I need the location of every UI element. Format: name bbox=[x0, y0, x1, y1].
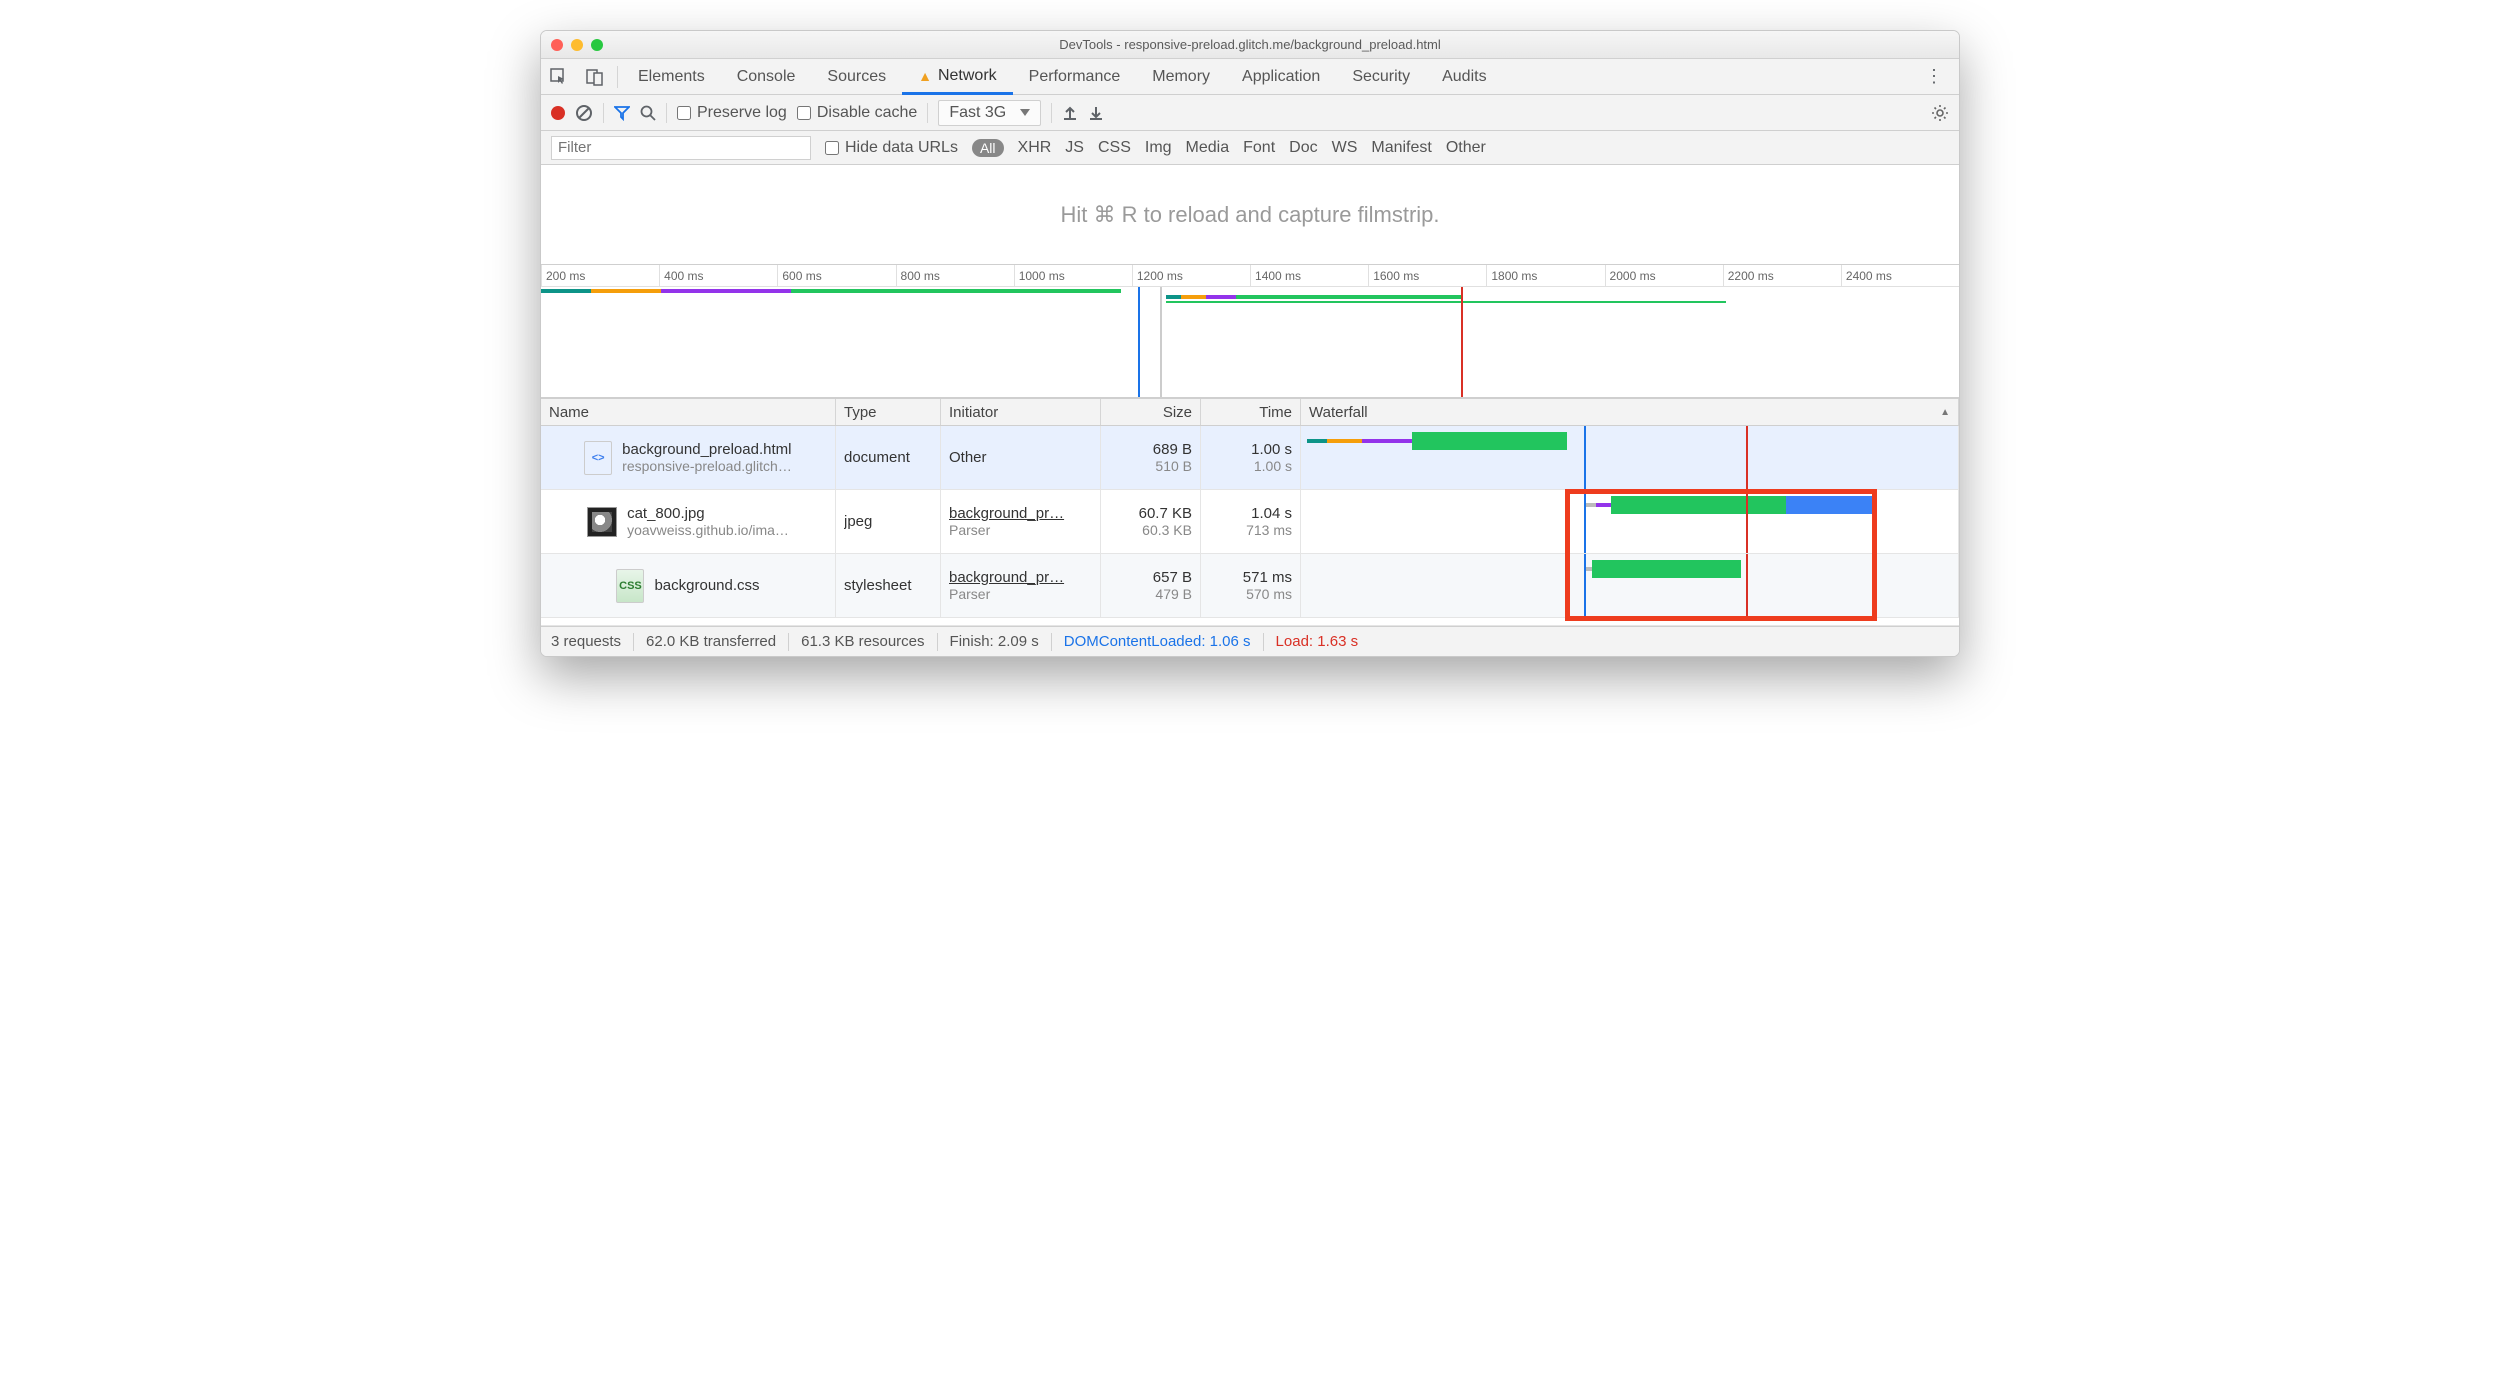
tab-memory[interactable]: Memory bbox=[1136, 59, 1226, 94]
tab-elements[interactable]: Elements bbox=[622, 59, 721, 94]
tab-console[interactable]: Console bbox=[721, 59, 812, 94]
disable-cache-checkbox[interactable]: Disable cache bbox=[797, 104, 918, 122]
filter-input[interactable] bbox=[551, 136, 811, 160]
clear-icon[interactable] bbox=[575, 104, 593, 122]
status-load: Load: 1.63 s bbox=[1276, 633, 1359, 650]
titlebar: DevTools - responsive-preload.glitch.me/… bbox=[541, 31, 1959, 59]
filter-img[interactable]: Img bbox=[1145, 139, 1172, 157]
filter-other[interactable]: Other bbox=[1446, 139, 1486, 157]
filter-media[interactable]: Media bbox=[1186, 139, 1230, 157]
throttling-select[interactable]: Fast 3G bbox=[938, 100, 1041, 126]
overview-body bbox=[541, 287, 1959, 397]
overview-ruler: 200 ms400 ms600 ms 800 ms1000 ms1200 ms … bbox=[541, 265, 1959, 287]
warning-icon: ▲ bbox=[918, 68, 932, 84]
record-icon[interactable] bbox=[551, 106, 565, 120]
filter-icon[interactable] bbox=[614, 105, 630, 121]
waterfall-bar bbox=[1586, 560, 1741, 578]
hide-data-urls-checkbox[interactable]: Hide data URLs bbox=[825, 139, 958, 157]
sort-icon: ▲ bbox=[1940, 407, 1950, 418]
col-time[interactable]: Time bbox=[1201, 399, 1301, 425]
waterfall-bar bbox=[1586, 496, 1876, 514]
filter-manifest[interactable]: Manifest bbox=[1371, 139, 1431, 157]
upload-icon[interactable] bbox=[1062, 105, 1078, 121]
network-toolbar: Preserve log Disable cache Fast 3G bbox=[541, 95, 1959, 131]
col-waterfall[interactable]: Waterfall▲ bbox=[1301, 399, 1959, 425]
close-icon[interactable] bbox=[551, 39, 563, 51]
tab-performance[interactable]: Performance bbox=[1013, 59, 1137, 94]
zoom-icon[interactable] bbox=[591, 39, 603, 51]
status-transferred: 62.0 KB transferred bbox=[646, 633, 776, 650]
filter-bar: Hide data URLs All XHR JS CSS Img Media … bbox=[541, 131, 1959, 165]
tab-sources[interactable]: Sources bbox=[811, 59, 902, 94]
chevron-down-icon bbox=[1020, 109, 1030, 116]
filter-font[interactable]: Font bbox=[1243, 139, 1275, 157]
waterfall-bar bbox=[1307, 432, 1567, 450]
window-title: DevTools - responsive-preload.glitch.me/… bbox=[541, 37, 1959, 52]
col-name[interactable]: Name bbox=[541, 399, 836, 425]
table-row[interactable]: <> background_preload.htmlresponsive-pre… bbox=[541, 426, 1959, 490]
status-bar: 3 requests 62.0 KB transferred 61.3 KB r… bbox=[541, 626, 1959, 656]
device-mode-icon[interactable] bbox=[577, 68, 613, 86]
table-row[interactable]: CSS background.css stylesheet background… bbox=[541, 554, 1959, 618]
table-headers: Name Type Initiator Size Time Waterfall▲ bbox=[541, 398, 1959, 426]
minimize-icon[interactable] bbox=[571, 39, 583, 51]
css-file-icon: CSS bbox=[616, 569, 644, 603]
window-controls bbox=[551, 39, 603, 51]
filter-all[interactable]: All bbox=[972, 139, 1004, 157]
status-dcl: DOMContentLoaded: 1.06 s bbox=[1064, 633, 1251, 650]
tab-network[interactable]: ▲Network bbox=[902, 60, 1013, 95]
tab-security[interactable]: Security bbox=[1336, 59, 1426, 94]
image-thumbnail-icon bbox=[587, 507, 617, 537]
more-menu-icon[interactable]: ⋮ bbox=[1909, 66, 1959, 87]
tab-application[interactable]: Application bbox=[1226, 59, 1336, 94]
filter-ws[interactable]: WS bbox=[1332, 139, 1358, 157]
settings-icon[interactable] bbox=[1931, 104, 1949, 122]
status-requests: 3 requests bbox=[551, 633, 621, 650]
filter-js[interactable]: JS bbox=[1065, 139, 1084, 157]
html-file-icon: <> bbox=[584, 441, 612, 475]
download-icon[interactable] bbox=[1088, 105, 1104, 121]
status-finish: Finish: 2.09 s bbox=[950, 633, 1039, 650]
preserve-log-checkbox[interactable]: Preserve log bbox=[677, 104, 787, 122]
filter-doc[interactable]: Doc bbox=[1289, 139, 1317, 157]
tab-audits[interactable]: Audits bbox=[1426, 59, 1502, 94]
inspect-icon[interactable] bbox=[541, 68, 577, 86]
request-table: <> background_preload.htmlresponsive-pre… bbox=[541, 426, 1959, 618]
overview-timeline[interactable]: 200 ms400 ms600 ms 800 ms1000 ms1200 ms … bbox=[541, 265, 1959, 398]
col-initiator[interactable]: Initiator bbox=[941, 399, 1101, 425]
filter-xhr[interactable]: XHR bbox=[1018, 139, 1052, 157]
table-row[interactable]: cat_800.jpgyoavweiss.github.io/ima… jpeg… bbox=[541, 490, 1959, 554]
panel-tabs: Elements Console Sources ▲Network Perfor… bbox=[541, 59, 1959, 95]
filmstrip-hint: Hit ⌘ R to reload and capture filmstrip. bbox=[541, 165, 1959, 265]
filter-css[interactable]: CSS bbox=[1098, 139, 1131, 157]
status-resources: 61.3 KB resources bbox=[801, 633, 924, 650]
devtools-window: DevTools - responsive-preload.glitch.me/… bbox=[540, 30, 1960, 657]
col-size[interactable]: Size bbox=[1101, 399, 1201, 425]
search-icon[interactable] bbox=[640, 105, 656, 121]
col-type[interactable]: Type bbox=[836, 399, 941, 425]
